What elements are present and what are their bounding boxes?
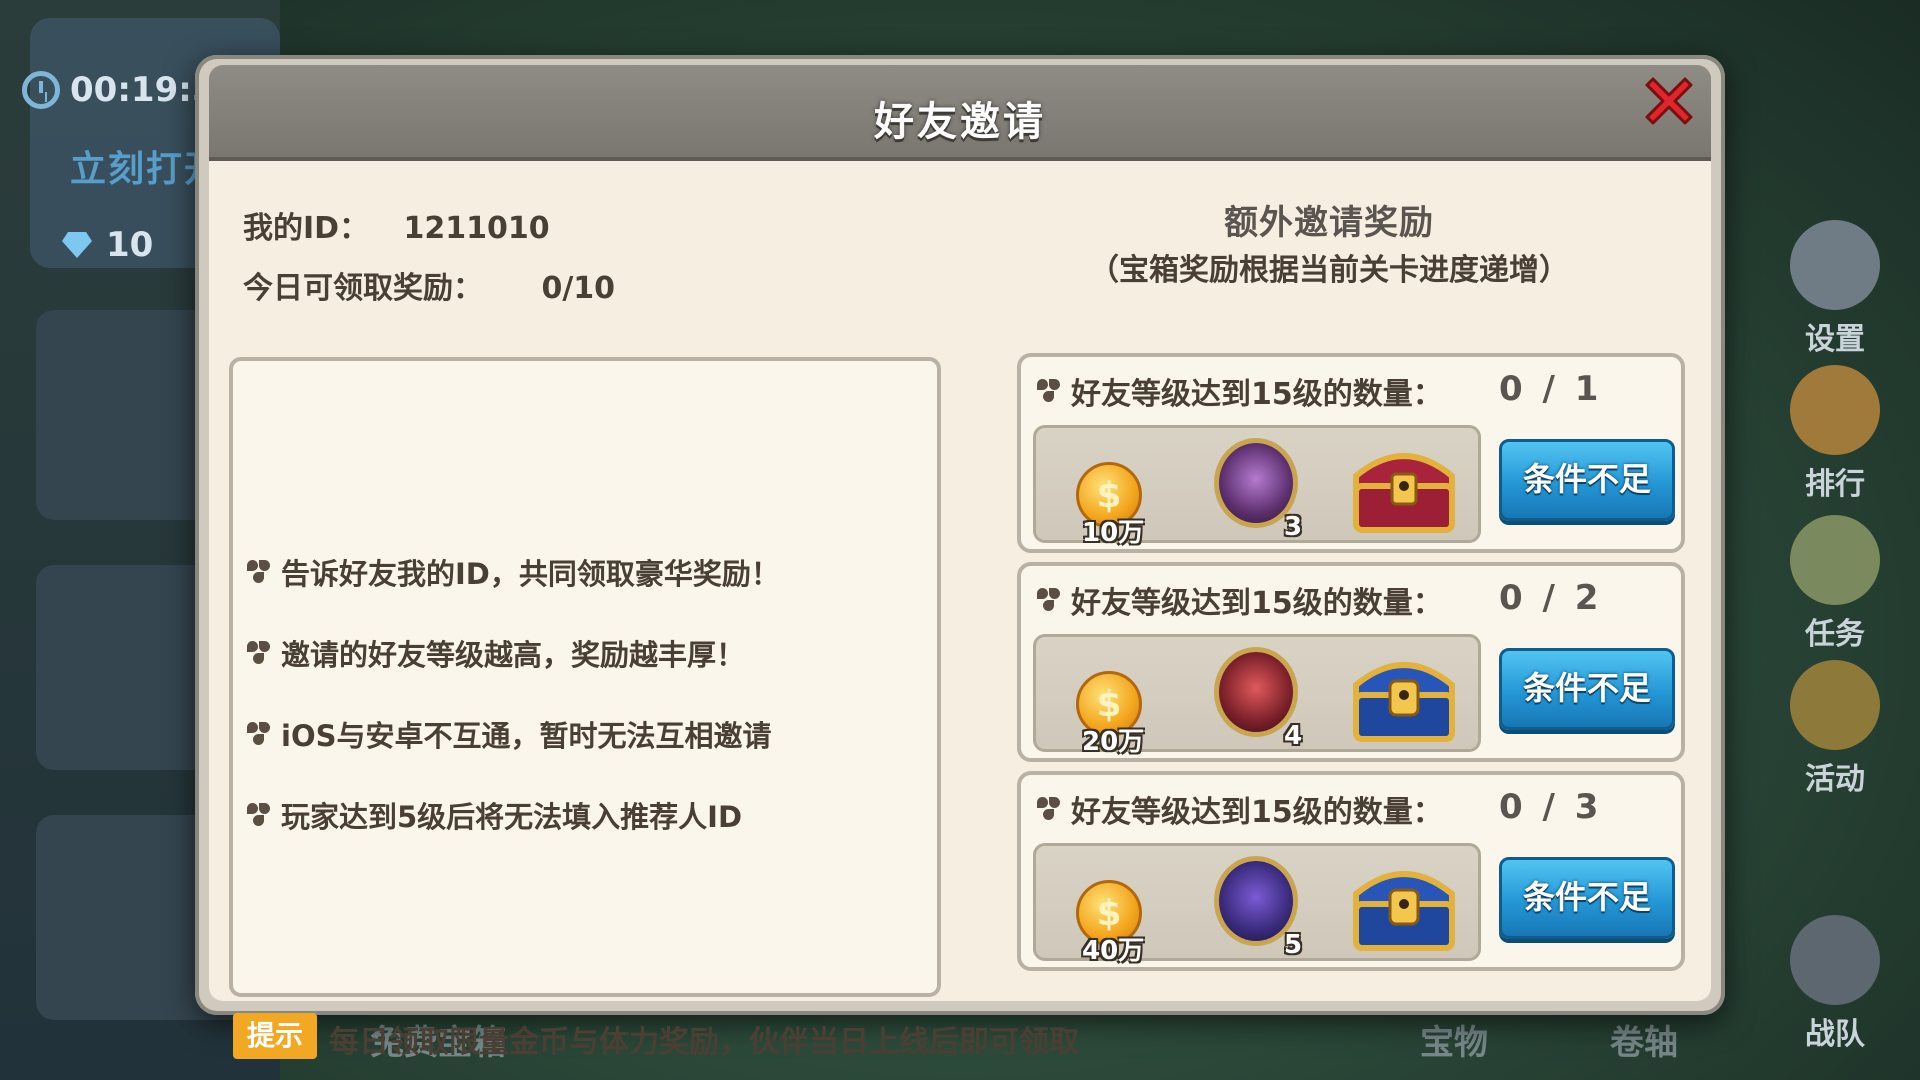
- hero-count: 5: [1284, 930, 1303, 960]
- clover-bullet-icon: [1037, 588, 1061, 612]
- condition-not-met-button[interactable]: 条件不足: [1499, 439, 1675, 521]
- clover-bullet-icon: [1037, 797, 1061, 821]
- today-rewards-label: 今日可领取奖励：: [243, 271, 483, 306]
- tip-text: 玩家达到5级后将无法填入推荐人ID: [281, 800, 743, 834]
- tip-item: 告诉好友我的ID，共同领取豪华奖励！: [247, 551, 780, 593]
- tip-item: 邀请的好友等级越高，奖励越丰厚！: [247, 632, 745, 674]
- requirement-text: 好友等级达到15级的数量：: [1071, 377, 1443, 412]
- coin-amount: 20万: [1082, 727, 1145, 757]
- clover-bullet-icon: [1037, 379, 1061, 403]
- tip-text: 邀请的好友等级越高，奖励越丰厚！: [281, 638, 746, 672]
- trophy-icon: [1790, 365, 1880, 455]
- requirement-label: 好友等级达到15级的数量：: [1037, 369, 1443, 413]
- hint-badge: 提示: [233, 1013, 317, 1059]
- clover-bullet-icon: [247, 722, 271, 746]
- tasks-nav-label: 任务: [1805, 617, 1865, 652]
- dialog-content: 我的ID： 1211010 今日可领取奖励： 0/10 告诉好友我的ID，共同领…: [209, 161, 1711, 1060]
- reward-items-tray: $ 10万 3: [1033, 425, 1481, 548]
- my-id-value: 1211010: [403, 211, 550, 246]
- tasks-nav[interactable]: 任务: [1780, 515, 1890, 653]
- requirement-progress: 0 / 2: [1499, 578, 1603, 618]
- reward-items-tray: $ 40万 5: [1033, 843, 1481, 966]
- reward-items-tray: $ 20万 4: [1033, 634, 1481, 757]
- scroll-nav[interactable]: 卷轴: [1610, 1015, 1678, 1064]
- reward-row: 好友等级达到15级的数量： 0 / 3 $ 40万 5 条件不足: [1017, 771, 1685, 971]
- clover-bullet-icon: [247, 803, 271, 827]
- blue-gold-chest-icon[interactable]: [1348, 854, 1460, 954]
- requirement-text: 好友等级达到15级的数量：: [1071, 586, 1443, 621]
- friend-invite-dialog: 好友邀请 我的ID： 1211010 今日可领取奖励： 0/10 告诉好友我的I…: [195, 55, 1725, 1060]
- hero-count: 4: [1284, 721, 1303, 751]
- close-button[interactable]: [1637, 69, 1701, 133]
- gem-cost-text: 10: [106, 225, 154, 265]
- condition-not-met-button[interactable]: 条件不足: [1499, 857, 1675, 939]
- ranking-nav[interactable]: 排行: [1780, 365, 1890, 503]
- gem-cost: 10: [62, 225, 153, 265]
- tip-item: 玩家达到5级后将无法填入推荐人ID: [247, 794, 742, 836]
- ranking-nav-label: 排行: [1805, 467, 1865, 502]
- today-rewards-line: 今日可领取奖励： 0/10: [243, 263, 615, 307]
- clover-bullet-icon: [247, 641, 271, 665]
- events-nav-label: 活动: [1805, 762, 1865, 797]
- requirement-label: 好友等级达到15级的数量：: [1037, 787, 1443, 831]
- clock-icon: [22, 71, 60, 109]
- my-id-line: 我的ID： 1211010: [243, 203, 550, 247]
- my-id-label: 我的ID：: [243, 211, 370, 246]
- extra-rewards-subtitle: （宝箱奖励根据当前关卡进度递增）: [1089, 253, 1569, 288]
- settings-nav-label: 设置: [1805, 322, 1865, 357]
- invite-tips-box: 告诉好友我的ID，共同领取豪华奖励！ 邀请的好友等级越高，奖励越丰厚！ iOS与…: [229, 357, 941, 997]
- reward-row: 好友等级达到15级的数量： 0 / 1 $ 10万 3 条件不足: [1017, 353, 1685, 553]
- today-rewards-value: 0/10: [541, 271, 616, 306]
- team-nav-label: 战队: [1805, 1017, 1865, 1052]
- clover-bullet-icon: [247, 560, 271, 584]
- extra-rewards-title: 额外邀请奖励: [1224, 203, 1434, 243]
- coin-amount: 40万: [1082, 936, 1145, 966]
- close-x-icon: [1645, 77, 1693, 125]
- gear-icon: [1790, 220, 1880, 310]
- coin-amount: 10万: [1082, 518, 1145, 548]
- dialog-title: 好友邀请: [874, 99, 1046, 145]
- requirement-text: 好友等级达到15级的数量：: [1071, 795, 1443, 830]
- tip-text: 告诉好友我的ID，共同领取豪华奖励！: [281, 557, 780, 591]
- bell-icon: [1790, 660, 1880, 750]
- timer-text: 00:19:5: [70, 70, 216, 110]
- requirement-label: 好友等级达到15级的数量：: [1037, 578, 1443, 622]
- scroll-icon: [1790, 515, 1880, 605]
- gem-icon: [62, 232, 92, 258]
- hero-count: 3: [1284, 512, 1303, 542]
- condition-not-met-button[interactable]: 条件不足: [1499, 648, 1675, 730]
- events-nav[interactable]: 活动: [1780, 660, 1890, 798]
- tip-text: iOS与安卓不互通，暂时无法互相邀请: [281, 719, 772, 753]
- helmet-icon: [1790, 915, 1880, 1005]
- requirement-progress: 0 / 3: [1499, 787, 1603, 827]
- red-gold-chest-icon[interactable]: [1348, 436, 1460, 536]
- blue-gold-chest-icon[interactable]: [1348, 645, 1460, 745]
- team-nav[interactable]: 战队: [1780, 915, 1890, 1053]
- reward-row: 好友等级达到15级的数量： 0 / 2 $ 20万 4 条件不足: [1017, 562, 1685, 762]
- tip-item: iOS与安卓不互通，暂时无法互相邀请: [247, 713, 771, 755]
- requirement-progress: 0 / 1: [1499, 369, 1603, 409]
- hint-text: 每日领取限量金币与体力奖励，伙伴当日上线后即可领取: [329, 1025, 1079, 1060]
- treasure-nav[interactable]: 宝物: [1420, 1015, 1488, 1064]
- settings-nav[interactable]: 设置: [1780, 220, 1890, 358]
- dialog-title-bar: 好友邀请: [209, 65, 1711, 161]
- chest-timer: 00:19:5: [22, 70, 215, 110]
